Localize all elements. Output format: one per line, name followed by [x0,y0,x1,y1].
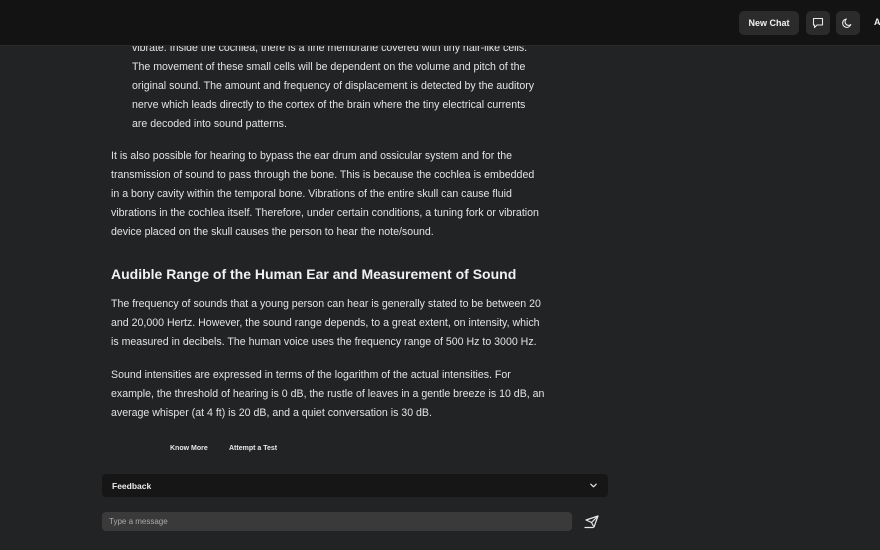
text-line: average whisper (at 4 ft) is 20 dB, and … [111,407,432,419]
chat-bubble-icon [812,17,824,29]
text-line: device placed on the skull causes the pe… [111,226,434,238]
new-chat-button[interactable]: New Chat [739,11,799,35]
text-line: vibrations in the cochlea itself. Theref… [111,207,539,219]
text-line: nerve which leads directly to the cortex… [132,99,526,111]
feedback-label: Feedback [112,480,152,491]
text-line: Sound intensities are expressed in terms… [111,369,511,381]
message-input[interactable] [102,512,572,531]
chat-button[interactable] [806,11,830,35]
text-line: are decoded into sound patterns. [132,118,287,130]
text-line: It is also possible for hearing to bypas… [111,150,513,162]
avatar[interactable]: A [874,17,880,27]
chevron-down-icon [590,483,597,488]
text-line: original sound. The amount and frequency… [132,80,535,92]
text-line: vibrate. Inside the cochlea, there is a … [132,46,528,54]
text-line: is measured in decibels. The human voice… [111,336,537,348]
know-more-button[interactable]: Know More [170,445,208,452]
send-icon[interactable] [584,514,600,529]
text-line: The frequency of sounds that a young per… [111,298,541,310]
text-line: and 20,000 Hertz. However, the sound ran… [111,317,540,329]
theme-toggle-button[interactable] [836,11,860,35]
suggestion-chips: Know More Attempt a Test [0,445,880,457]
section-heading: Audible Range of the Human Ear and Measu… [111,266,517,282]
top-bar: New Chat A [0,0,880,46]
text-line: transmission of sound to pass through th… [111,169,535,181]
moon-icon [842,18,852,28]
feedback-accordion[interactable]: Feedback [102,474,608,497]
text-line: in a bony cavity within the temporal bon… [111,188,512,200]
text-line: The movement of these small cells will b… [132,61,526,73]
text-line: example, the threshold of hearing is 0 d… [111,388,545,400]
attempt-test-button[interactable]: Attempt a Test [229,445,277,452]
chat-content: vibrate. Inside the cochlea, there is a … [0,46,880,468]
